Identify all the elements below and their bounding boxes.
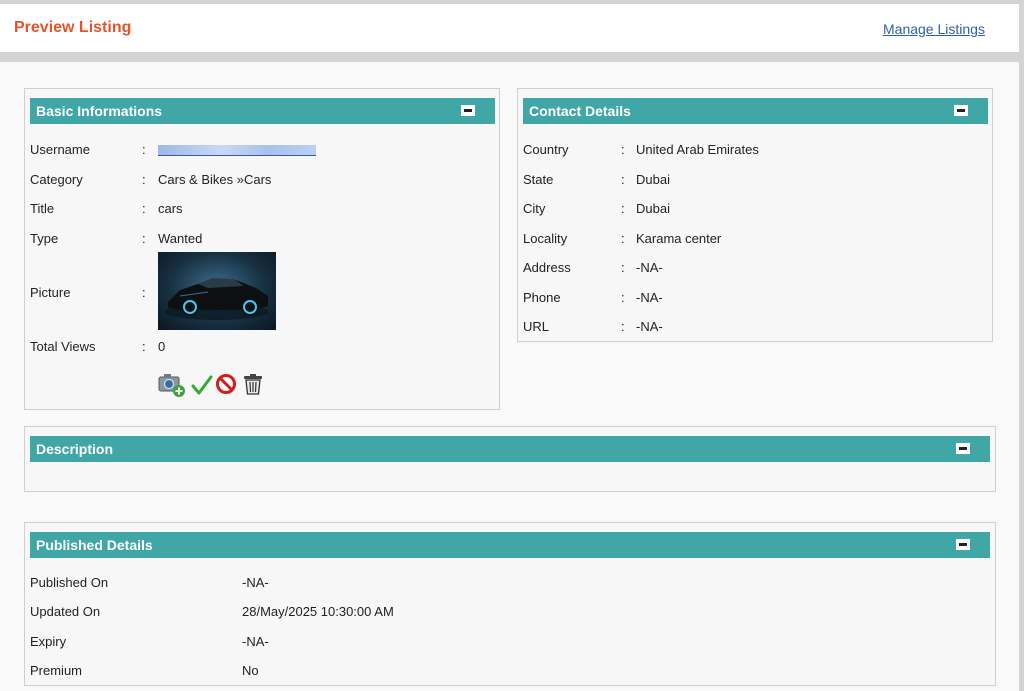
- listing-picture[interactable]: [158, 252, 276, 330]
- published-details-title: Published Details: [36, 537, 153, 553]
- category-value: Cars & Bikes »Cars: [158, 172, 272, 187]
- locality-value: Karama center: [636, 231, 722, 246]
- basic-info-header: Basic Informations: [30, 98, 495, 124]
- contact-details-title: Contact Details: [529, 103, 631, 119]
- field-colon: :: [621, 290, 625, 305]
- field-total-views: Total Views : 0: [30, 338, 490, 356]
- field-label: Updated On: [30, 604, 101, 619]
- updated-on-value: 28/May/2025 10:30:00 AM: [242, 604, 394, 619]
- field-state: State : Dubai: [523, 171, 983, 189]
- field-colon: :: [142, 142, 146, 157]
- field-label: Phone: [523, 290, 561, 305]
- field-label: Expiry: [30, 634, 67, 649]
- description-panel: Description: [24, 426, 996, 492]
- address-value: -NA-: [636, 260, 663, 275]
- field-label: Premium: [30, 663, 83, 678]
- field-username: Username :: [30, 141, 490, 159]
- published-details-header: Published Details: [30, 532, 990, 558]
- field-colon: :: [621, 172, 625, 187]
- field-premium: Premium No: [30, 662, 930, 680]
- block-icon[interactable]: [215, 373, 237, 395]
- phone-value: -NA-: [636, 290, 663, 305]
- trash-icon[interactable]: [241, 372, 263, 395]
- field-type: Type : Wanted: [30, 230, 490, 248]
- field-colon: :: [142, 285, 146, 300]
- field-expiry: Expiry -NA-: [30, 633, 930, 651]
- field-label: URL: [523, 319, 550, 334]
- field-colon: :: [621, 142, 625, 157]
- expiry-value: -NA-: [242, 634, 269, 649]
- collapse-published-button[interactable]: [956, 539, 970, 550]
- state-value: Dubai: [636, 172, 670, 187]
- page-header: Preview Listing Manage Listings: [0, 4, 1024, 52]
- field-address: Address : -NA-: [523, 259, 983, 277]
- contact-details-panel: Contact Details Country : United Arab Em…: [517, 88, 993, 342]
- country-value: United Arab Emirates: [636, 142, 759, 157]
- field-locality: Locality : Karama center: [523, 230, 983, 248]
- published-on-value: -NA-: [242, 575, 269, 590]
- field-label: Username: [30, 142, 90, 157]
- car-image: [165, 278, 269, 320]
- header-separator: [0, 52, 1024, 62]
- total-views-value: 0: [158, 339, 166, 354]
- field-label: City: [523, 201, 546, 216]
- description-header: Description: [30, 436, 990, 462]
- city-value: Dubai: [636, 201, 670, 216]
- field-colon: :: [142, 172, 146, 187]
- main-content: Basic Informations Username : Category :…: [0, 62, 1024, 691]
- approve-check-icon[interactable]: [191, 374, 213, 396]
- collapse-contact-button[interactable]: [954, 105, 968, 116]
- field-colon: :: [142, 339, 146, 354]
- field-colon: :: [142, 201, 146, 216]
- field-label: Published On: [30, 575, 109, 590]
- field-label: Total Views: [30, 339, 96, 354]
- type-value: Wanted: [158, 231, 203, 246]
- field-colon: :: [142, 231, 146, 246]
- field-label: Title: [30, 201, 55, 216]
- basic-info-title: Basic Informations: [36, 103, 163, 119]
- field-published-on: Published On -NA-: [30, 574, 930, 592]
- field-colon: :: [621, 231, 625, 246]
- field-label: Country: [523, 142, 569, 157]
- manage-listings-link[interactable]: Manage Listings: [883, 21, 985, 37]
- field-label: State: [523, 172, 554, 187]
- collapse-description-button[interactable]: [956, 443, 970, 454]
- field-updated-on: Updated On 28/May/2025 10:30:00 AM: [30, 603, 930, 621]
- field-colon: :: [621, 201, 625, 216]
- contact-details-header: Contact Details: [523, 98, 988, 124]
- field-label: Category: [30, 172, 83, 187]
- basic-info-panel: Basic Informations Username : Category :…: [24, 88, 500, 410]
- field-country: Country : United Arab Emirates: [523, 141, 983, 159]
- field-colon: :: [621, 319, 625, 334]
- published-details-panel: Published Details Published On -NA- Upda…: [24, 522, 996, 686]
- premium-value: No: [242, 663, 259, 678]
- field-label: Type: [30, 231, 59, 246]
- add-photo-icon[interactable]: [158, 372, 185, 397]
- field-label: Address: [523, 260, 571, 275]
- field-url: URL : -NA-: [523, 318, 983, 336]
- title-value: cars: [158, 201, 183, 216]
- field-label: Picture: [30, 285, 71, 300]
- collapse-basic-button[interactable]: [461, 105, 475, 116]
- page-title: Preview Listing: [14, 19, 132, 36]
- field-colon: :: [621, 260, 625, 275]
- url-value: -NA-: [636, 319, 663, 334]
- field-phone: Phone : -NA-: [523, 289, 983, 307]
- redacted-username: [158, 145, 316, 156]
- field-category: Category : Cars & Bikes »Cars: [30, 171, 490, 189]
- field-title: Title : cars: [30, 200, 490, 218]
- description-title: Description: [36, 441, 114, 457]
- field-label: Locality: [523, 231, 568, 246]
- field-city: City : Dubai: [523, 200, 983, 218]
- username-value[interactable]: [158, 141, 316, 161]
